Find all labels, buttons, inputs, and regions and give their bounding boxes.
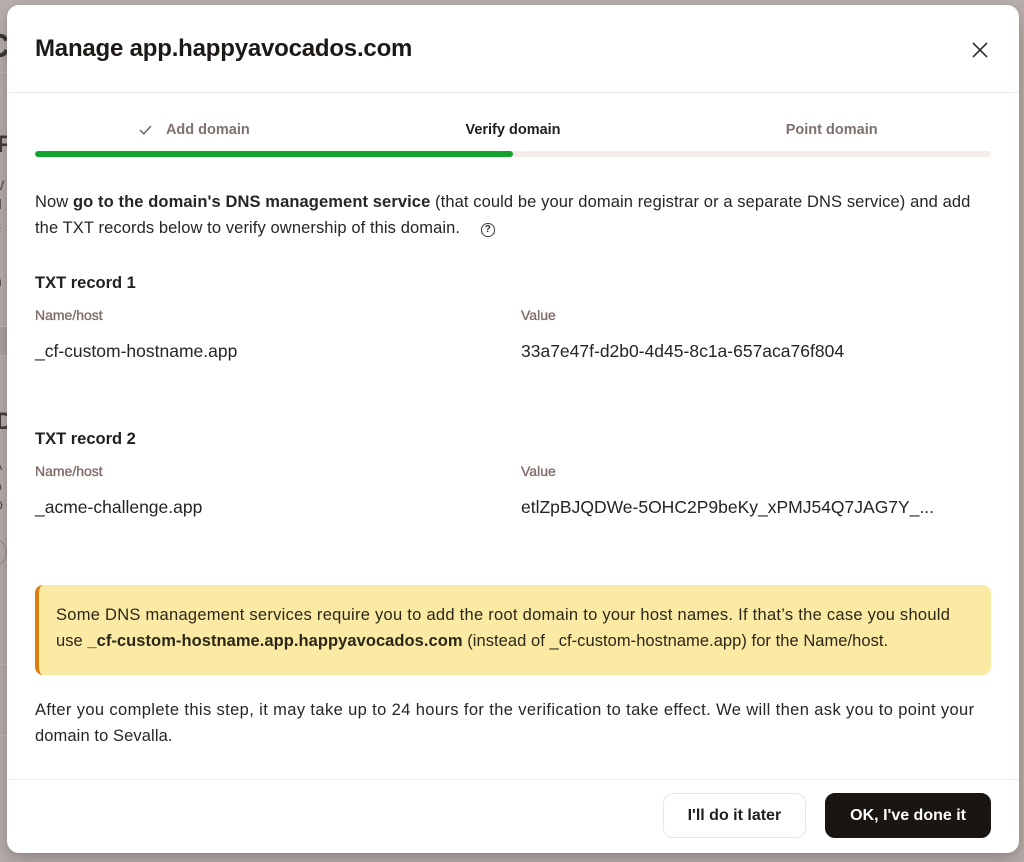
warning-text: use (56, 632, 87, 650)
name-host-label: Name/host (35, 463, 521, 479)
name-host-value: _cf-custom-hostname.app (35, 341, 521, 362)
stepper: Add domain Verify domain Point domain (35, 122, 991, 138)
value-value: etlZpBJQDWe-5OHC2P9beKy_xPMJ54Q7JAG7Y_..… (521, 497, 991, 518)
help-icon[interactable]: ? (481, 223, 495, 237)
warning-text: Some DNS management services require you… (56, 606, 950, 624)
footnote-text: After you complete this step, it may tak… (35, 701, 975, 719)
intro-text: (that could be your domain registrar or … (430, 193, 970, 211)
done-button[interactable]: OK, I've done it (825, 793, 991, 838)
record-title: TXT record 1 (35, 274, 991, 293)
name-host-label: Name/host (35, 307, 521, 323)
step-label: Point domain (786, 122, 878, 138)
name-host-value: _acme-challenge.app (35, 497, 521, 518)
intro-text: the TXT records below to verify ownershi… (35, 219, 460, 237)
warning-text: (instead of _cf-custom-hostname.app) for… (463, 632, 889, 650)
step-label: Verify domain (465, 122, 560, 138)
modal-title: Manage app.happyavocados.com (35, 35, 412, 63)
record-title: TXT record 2 (35, 430, 991, 449)
check-icon (139, 125, 152, 136)
warning-bold-hostname: _cf-custom-hostname.app.happyavocados.co… (87, 632, 462, 650)
record-grid: Name/host Value _cf-custom-hostname.app … (35, 293, 991, 362)
background-text-fragment: h (0, 273, 2, 289)
footnote-text: domain to Sevalla. (35, 727, 173, 745)
close-icon (972, 42, 988, 58)
footnote-paragraph: After you complete this step, it may tak… (35, 697, 991, 749)
intro-text: Now (35, 193, 73, 211)
record-grid: Name/host Value _acme-challenge.app etlZ… (35, 449, 991, 518)
progress-bar-track (35, 151, 991, 157)
background-text-fragment: A (0, 457, 2, 473)
background-text-fragment: b (0, 478, 2, 494)
value-label: Value (521, 463, 991, 479)
step-label: Add domain (166, 122, 250, 138)
txt-record-2: TXT record 2 Name/host Value _acme-chall… (35, 430, 991, 518)
modal-header: Manage app.happyavocados.com (7, 5, 1019, 93)
warning-callout: Some DNS management services require you… (35, 585, 991, 675)
step-verify-domain: Verify domain (354, 122, 673, 138)
value-label: Value (521, 307, 991, 323)
background-text-fragment: D (0, 497, 3, 513)
close-button[interactable] (966, 35, 994, 63)
background-circle (0, 538, 7, 567)
background-text-fragment: W (0, 177, 4, 193)
step-add-domain: Add domain (35, 122, 354, 138)
step-point-domain: Point domain (672, 122, 991, 138)
modal-body: Add domain Verify domain Point domain No… (7, 93, 1019, 779)
background-text-fragment: c (0, 217, 1, 233)
background-text-fragment: d (0, 196, 2, 212)
progress-bar-fill (35, 151, 513, 157)
modal-footer: I'll do it later OK, I've done it (7, 779, 1019, 853)
later-button[interactable]: I'll do it later (663, 793, 807, 838)
intro-bold-text: go to the domain's DNS management servic… (73, 193, 430, 211)
manage-domain-modal: Manage app.happyavocados.com Add domain … (7, 5, 1019, 853)
txt-record-1: TXT record 1 Name/host Value _cf-custom-… (35, 274, 991, 362)
intro-paragraph: Now go to the domain's DNS management se… (35, 189, 991, 241)
value-value: 33a7e47f-d2b0-4d45-8c1a-657aca76f804 (521, 341, 991, 362)
